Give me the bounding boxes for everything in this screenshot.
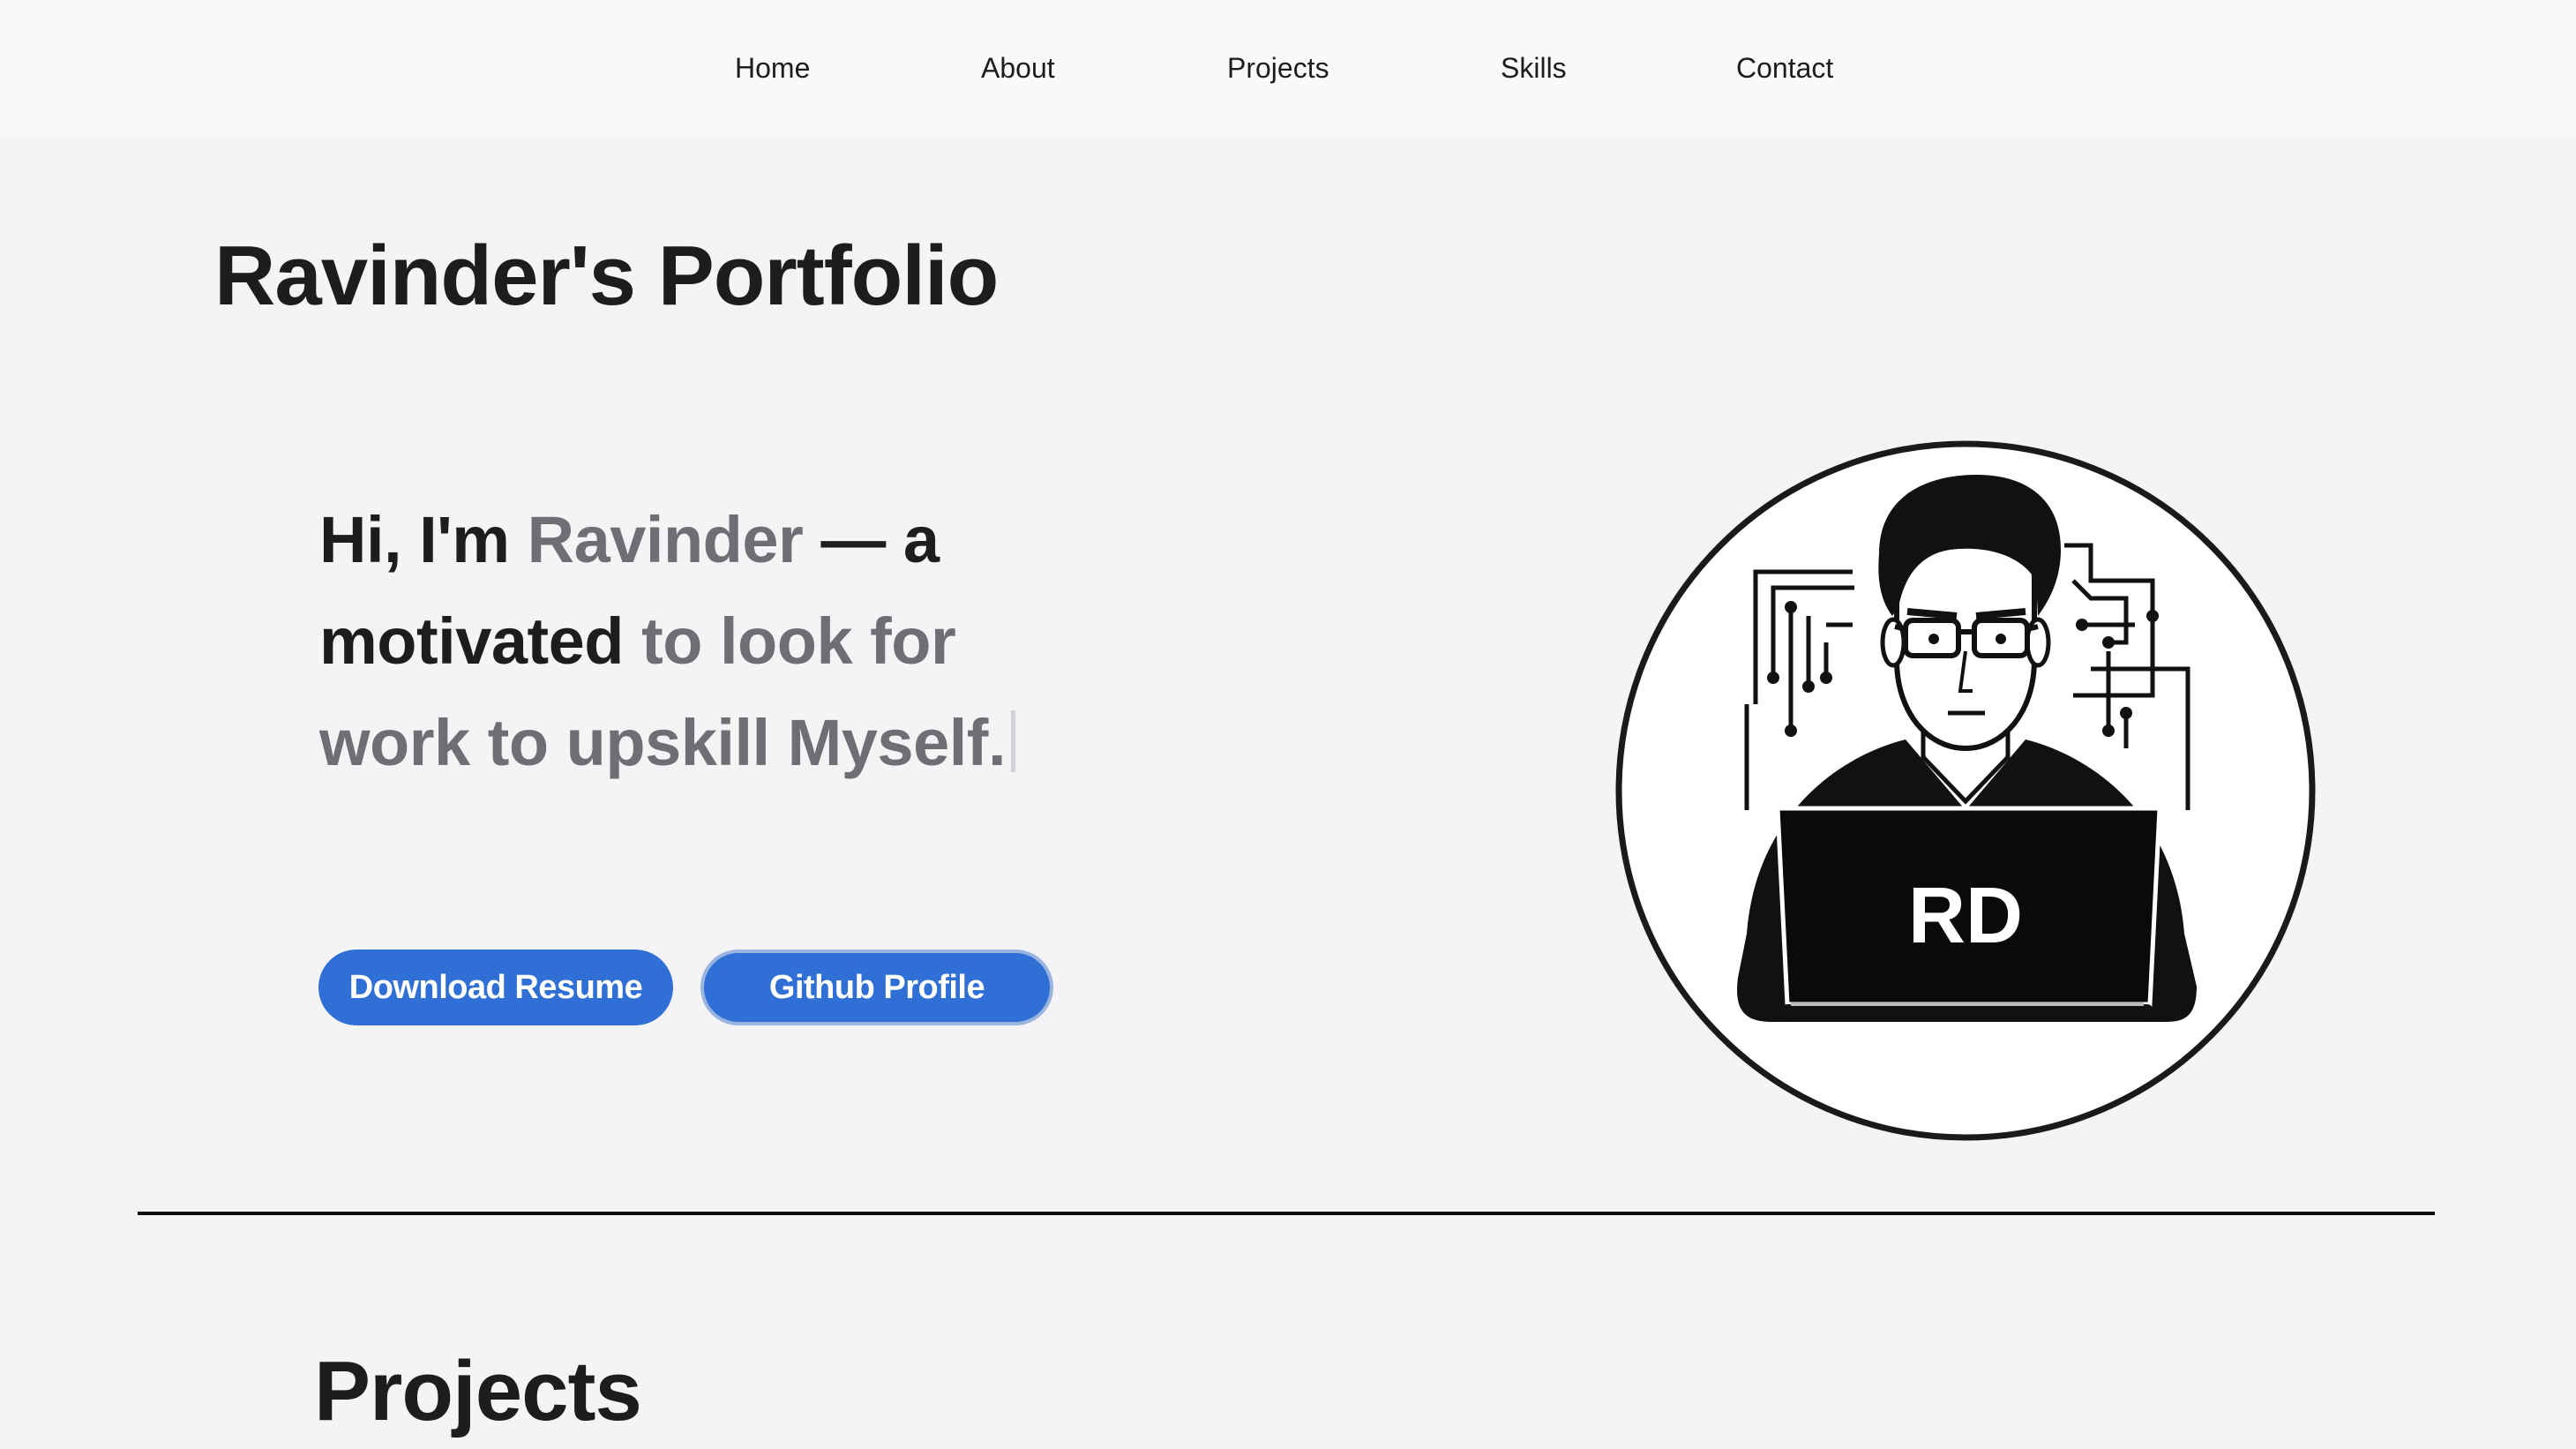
hero-dash: — a <box>803 503 940 576</box>
nav-link-contact[interactable]: Contact <box>1736 46 1833 90</box>
github-profile-button[interactable]: Github Profile <box>700 950 1053 1025</box>
nav-link-projects[interactable]: Projects <box>1227 46 1329 90</box>
avatar-initials: RD <box>1908 872 2023 960</box>
top-navbar: Home About Projects Skills Contact <box>0 0 2576 138</box>
hero-word-motivated: motivated <box>319 604 625 678</box>
page-title: Ravinder's Portfolio <box>214 229 999 323</box>
hero-greeting: Hi, I'm <box>319 503 528 576</box>
download-resume-button[interactable]: Download Resume <box>318 950 673 1025</box>
section-divider <box>138 1212 2435 1215</box>
hero-intro-text: Hi, I'm Ravinder — a motivated to look f… <box>319 489 1113 793</box>
nav-link-home[interactable]: Home <box>735 46 810 90</box>
nav-link-skills[interactable]: Skills <box>1501 46 1567 90</box>
hero-name: Ravinder <box>527 503 804 576</box>
projects-section-title: Projects <box>314 1344 642 1438</box>
typing-cursor <box>1011 710 1016 772</box>
nav-link-about[interactable]: About <box>981 46 1055 90</box>
developer-avatar-icon: RD <box>1614 439 2317 1142</box>
